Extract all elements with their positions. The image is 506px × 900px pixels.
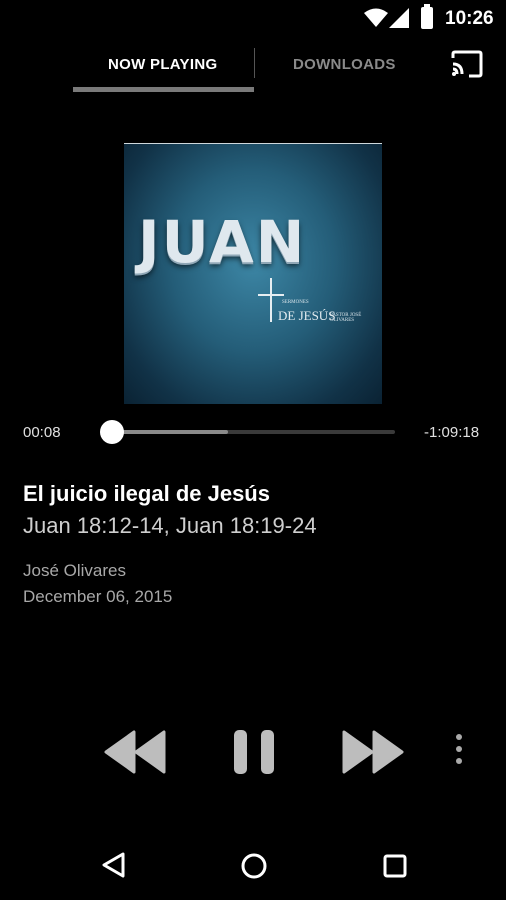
album-art-series-main: DE JESÚS <box>278 308 336 323</box>
fast-forward-icon[interactable] <box>340 730 404 774</box>
sermon-date: December 06, 2015 <box>23 587 173 606</box>
album-art-title: JUAN <box>138 208 307 276</box>
cross-bar <box>258 294 284 296</box>
elapsed-time: 00:08 <box>23 424 61 441</box>
status-time: 10:26 <box>445 8 494 29</box>
wifi-icon <box>364 8 388 27</box>
navigation-bar <box>0 820 506 900</box>
rewind-icon[interactable] <box>104 730 168 774</box>
seek-thumb[interactable] <box>100 420 124 444</box>
remaining-time: -1:09:18 <box>424 424 480 441</box>
sermon-title: El juicio ilegal de Jesús <box>23 481 270 506</box>
album-art-series-small: SERMONES <box>282 300 309 305</box>
sermon-passage: Juan 18:12-14, Juan 18:19-24 <box>23 513 317 538</box>
tab-downloads[interactable]: DOWNLOADS <box>293 56 396 73</box>
tab-bar: NOW PLAYING DOWNLOADS <box>0 36 506 94</box>
status-bar: 10:26 <box>0 0 506 36</box>
home-icon[interactable] <box>240 852 268 880</box>
buffer-bar <box>112 430 229 434</box>
active-tab-indicator <box>73 87 254 92</box>
cast-icon[interactable] <box>450 50 484 78</box>
album-art-series-sub: PASTOR JOSÉ OLIVARES <box>330 313 362 323</box>
tab-divider <box>254 48 255 78</box>
recents-icon[interactable] <box>383 854 407 878</box>
sermon-speaker: José Olivares <box>23 561 126 580</box>
pause-icon[interactable] <box>232 728 276 776</box>
tab-now-playing[interactable]: NOW PLAYING <box>108 56 217 73</box>
cell-signal-icon <box>389 8 409 28</box>
cross-icon <box>270 278 272 322</box>
battery-icon <box>421 4 433 29</box>
back-icon[interactable] <box>100 851 126 879</box>
album-art: JUAN SERMONES DE JESÚS PASTOR JOSÉ OLIVA… <box>124 143 382 404</box>
more-vert-icon[interactable] <box>450 734 468 770</box>
seek-bar[interactable] <box>112 430 395 434</box>
